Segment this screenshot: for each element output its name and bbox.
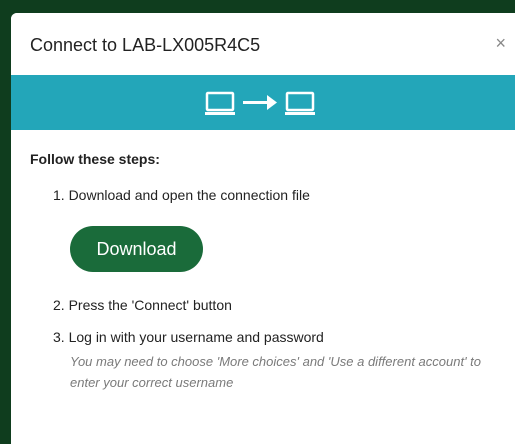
download-button[interactable]: Download [70, 226, 203, 272]
step-1: 1. Download and open the connection file [53, 187, 310, 203]
background-frame: Connect to LAB-LX005R4C5 × Follow these … [0, 0, 515, 444]
instructions: Follow these steps: 1. Download and open… [11, 130, 515, 393]
laptop-icon [205, 91, 235, 115]
connection-banner [11, 75, 515, 130]
steps-heading: Follow these steps: [30, 151, 160, 167]
step-2: 2. Press the 'Connect' button [53, 297, 232, 313]
dialog-header: Connect to LAB-LX005R4C5 × [11, 13, 515, 75]
step-3: 3. Log in with your username and passwor… [53, 329, 324, 345]
close-icon[interactable]: × [495, 33, 506, 53]
laptop-icon [285, 91, 315, 115]
dialog-title: Connect to LAB-LX005R4C5 [30, 35, 261, 55]
step-3-note: You may need to choose 'More choices' an… [70, 354, 482, 390]
connection-diagram [205, 91, 315, 115]
arrow-right-icon [243, 94, 277, 110]
connect-dialog: Connect to LAB-LX005R4C5 × Follow these … [11, 13, 515, 444]
